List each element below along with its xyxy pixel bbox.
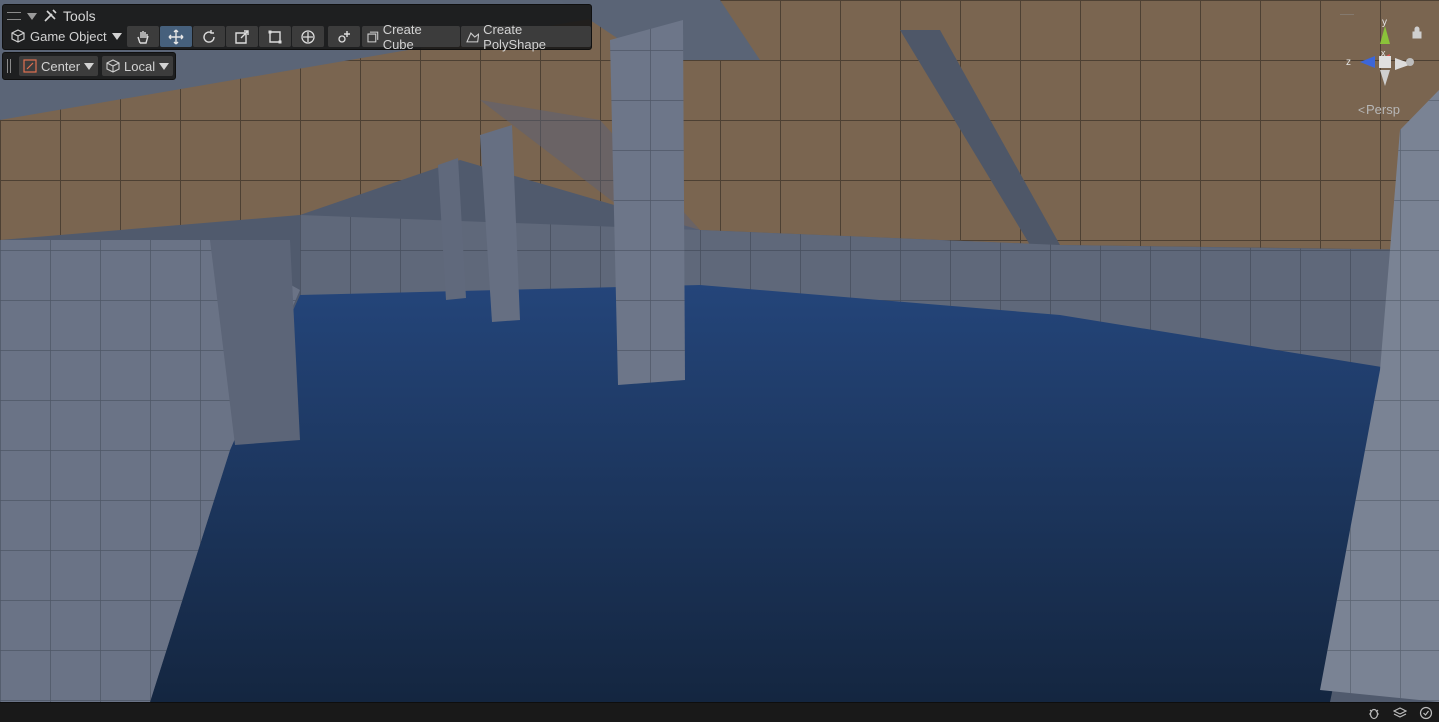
custom-tool-button[interactable]	[328, 26, 360, 47]
scene-orientation-gizmo[interactable]: y x z	[1340, 14, 1430, 104]
tools-overlay: Tools Game Object Create Cube Create Pol…	[2, 4, 592, 52]
rect-icon	[268, 30, 282, 43]
game-object-dropdown[interactable]: Game Object	[7, 26, 126, 46]
pivot-center-icon	[23, 59, 37, 73]
move-icon	[168, 29, 184, 44]
scale-icon	[235, 29, 249, 44]
debug-icon[interactable]	[1367, 706, 1381, 720]
gizmo-x-label: x	[1381, 48, 1386, 58]
chevron-down-icon	[111, 32, 122, 40]
cube-icon	[11, 29, 25, 43]
pivot-mode-label: Center	[41, 58, 81, 74]
polyshape-icon	[465, 31, 479, 42]
floor	[150, 285, 1400, 702]
create-cube-label: Create Cube	[382, 21, 422, 52]
collapse-arrow-icon[interactable]	[27, 12, 37, 20]
rotate-tool-button[interactable]	[193, 26, 225, 47]
tools-header: Tools	[7, 7, 96, 25]
cube-outline-icon	[367, 31, 379, 42]
tools-title: Tools	[63, 8, 96, 24]
drag-handle-icon[interactable]	[7, 12, 21, 20]
hand-tool-button[interactable]	[127, 26, 159, 47]
custom-tool-icon	[338, 30, 350, 43]
chevron-down-icon	[84, 62, 95, 70]
projection-label: Persp	[1366, 102, 1400, 117]
tools-icon	[44, 9, 57, 22]
pivot-rotation-dropdown[interactable]: Local	[102, 56, 174, 76]
pivot-overlay: Center Local	[2, 52, 176, 80]
scene-viewport[interactable]	[0, 0, 1439, 702]
rect-tool-button[interactable]	[259, 26, 291, 47]
persp-arrow-icon: <	[1358, 103, 1366, 117]
game-object-label: Game Object	[30, 28, 107, 44]
layers-icon[interactable]	[1393, 706, 1407, 720]
rotate-icon	[203, 29, 215, 43]
gizmo-neg-y-cone[interactable]	[1380, 70, 1390, 86]
create-polyshape-label: Create PolyShape	[483, 21, 547, 52]
local-cube-icon	[106, 59, 120, 73]
hand-icon	[137, 30, 149, 44]
check-circle-icon[interactable]	[1419, 706, 1433, 720]
probuilder-group: Create Cube Create PolyShape	[362, 22, 591, 52]
pivot-rotation-label: Local	[124, 58, 156, 74]
chevron-down-icon	[159, 62, 170, 70]
pivot-mode-dropdown[interactable]: Center	[19, 56, 99, 76]
extra-tools-group	[328, 26, 360, 47]
create-cube-button[interactable]: Create Cube	[362, 22, 460, 52]
gizmo-y-cone[interactable]	[1380, 26, 1390, 44]
transform-icon	[301, 29, 315, 44]
gizmo-z-cone[interactable]	[1360, 56, 1375, 68]
create-polyshape-button[interactable]: Create PolyShape	[460, 22, 591, 52]
move-tool-button[interactable]	[160, 26, 192, 47]
transform-tools-group	[127, 26, 324, 47]
gizmo-z-label: z	[1346, 57, 1351, 68]
gizmo-y-label: y	[1382, 17, 1387, 28]
transform-tool-button[interactable]	[292, 26, 324, 47]
scale-tool-button[interactable]	[226, 26, 258, 47]
drag-handle-icon[interactable]	[7, 59, 11, 73]
projection-toggle[interactable]: <Persp	[1358, 102, 1400, 117]
lock-icon[interactable]	[1412, 26, 1422, 39]
status-bar	[0, 702, 1439, 722]
